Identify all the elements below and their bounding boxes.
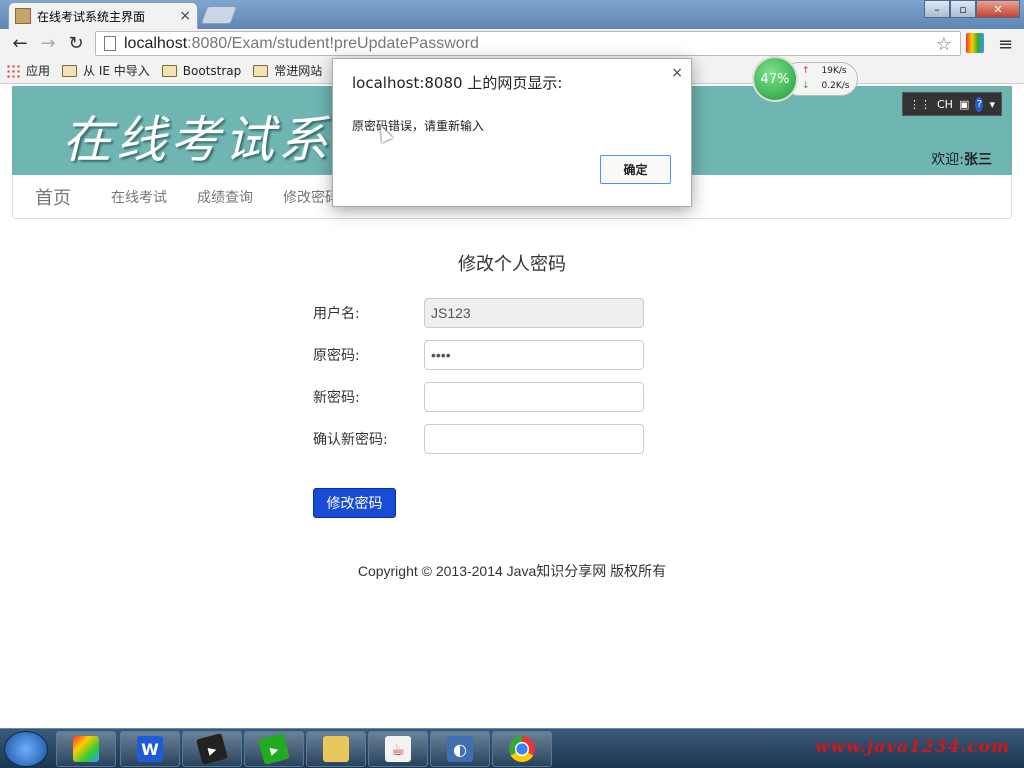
tab-title: 在线考试系统主界面 <box>37 9 146 24</box>
terminal-active-icon: ▸ <box>258 733 290 765</box>
confirm-password-field[interactable] <box>424 424 644 454</box>
folder-icon <box>253 64 269 77</box>
close-window-button[interactable]: ✕ <box>976 0 1020 18</box>
browser-toolbar: ← → ↻ localhost:8080/Exam/student!preUpd… <box>0 29 1024 58</box>
ime-dropdown-icon[interactable]: ▾ <box>989 98 995 111</box>
nav-online-exam[interactable]: 在线考试 <box>111 187 167 207</box>
taskbar-app-explorer[interactable] <box>56 731 116 767</box>
folder-icon <box>161 64 177 77</box>
address-path: :8080/Exam/student!preUpdatePassword <box>187 34 479 52</box>
window-controls: – ▫ ✕ <box>924 0 1020 18</box>
new-password-row: 新密码: <box>313 382 644 412</box>
download-speed: ↓ 0.2K/s <box>802 81 849 91</box>
new-password-label: 新密码: <box>313 390 360 406</box>
folder-icon <box>62 64 78 77</box>
old-password-field[interactable] <box>424 340 644 370</box>
chrome-icon <box>509 736 535 762</box>
favicon-icon <box>15 8 31 24</box>
help-icon[interactable]: ? <box>975 96 984 112</box>
start-button[interactable] <box>4 731 48 767</box>
reload-icon[interactable]: ↻ <box>62 31 90 57</box>
dialog-message: 原密码错误，请重新输入 <box>352 119 485 133</box>
nav-home[interactable]: 首页 <box>35 184 71 210</box>
new-password-field[interactable] <box>424 382 644 412</box>
upload-value: 19K/s <box>821 66 847 76</box>
dialog-title: localhost:8080 上的网页显示: <box>352 74 563 92</box>
taskbar-app-mysql[interactable]: ◐ <box>430 731 490 767</box>
address-url[interactable]: localhost:8080/Exam/student!preUpdatePas… <box>124 35 479 53</box>
bookmark-import-ie[interactable]: 从 IE 中导入 <box>62 62 150 79</box>
welcome-label: 欢迎: <box>931 152 964 168</box>
watermark-text: www.java1234.com <box>814 737 1010 757</box>
java-icon: ☕ <box>385 736 411 762</box>
taskbar-app-java[interactable]: ☕ <box>368 731 428 767</box>
bookmark-label: 应用 <box>26 64 51 78</box>
nav-score-query[interactable]: 成绩查询 <box>197 187 253 207</box>
nav-change-password[interactable]: 修改密码 <box>283 187 339 207</box>
terminal-icon: ▸ <box>196 733 228 765</box>
tab-close-button[interactable]: × <box>179 8 191 24</box>
maximize-button[interactable]: ▫ <box>950 0 976 18</box>
download-arrow-icon: ↓ <box>802 81 810 91</box>
taskbar-app-wps[interactable]: W <box>120 731 180 767</box>
welcome-text: 欢迎:张三 <box>931 149 992 169</box>
upload-arrow-icon: ↑ <box>802 66 810 76</box>
browser-tab[interactable]: 在线考试系统主界面 × <box>8 2 198 29</box>
taskbar-app-files[interactable] <box>306 731 366 767</box>
taskbar-app-terminal[interactable]: ▸ <box>182 731 242 767</box>
form-title: 修改个人密码 <box>458 254 566 275</box>
dolphin-icon: ◐ <box>447 736 473 762</box>
confirm-password-row: 确认新密码: <box>313 424 644 454</box>
ime-keyboard-icon[interactable]: ▣ <box>959 98 969 111</box>
page-icon <box>104 36 116 51</box>
word-icon: W <box>137 736 163 762</box>
ime-lang[interactable]: CH <box>937 98 953 111</box>
apps-icon <box>6 63 20 78</box>
dialog-close-button[interactable]: × <box>671 65 683 81</box>
bookmark-frequent-sites[interactable]: 常进网站 <box>253 62 322 79</box>
bookmark-star-icon[interactable]: ☆ <box>936 34 952 55</box>
change-password-button[interactable]: 修改密码 <box>313 488 396 518</box>
back-icon[interactable]: ← <box>6 31 34 57</box>
windows-taskbar: W ▸ ▸ ☕ ◐ www.java1234.com <box>0 728 1024 768</box>
net-speed-widget[interactable]: 47% ↑ 19K/s ↓ 0.2K/s <box>752 56 858 102</box>
bookmark-apps[interactable]: 应用 <box>6 62 50 79</box>
ime-toolbar[interactable]: ⋮⋮ CH ▣ ? ▾ <box>902 92 1002 116</box>
ime-grip-icon: ⋮⋮ <box>909 97 931 111</box>
username-field[interactable] <box>424 298 644 328</box>
download-value: 0.2K/s <box>821 81 850 91</box>
upload-speed: ↑ 19K/s <box>802 66 847 76</box>
new-tab-button[interactable] <box>200 6 238 24</box>
taskbar-app-chrome[interactable] <box>492 731 552 767</box>
old-password-row: 原密码: <box>313 340 644 370</box>
username: 张三 <box>964 152 992 168</box>
old-password-label: 原密码: <box>313 348 360 364</box>
username-row: 用户名: <box>313 298 644 328</box>
folder-icon <box>323 736 349 762</box>
forward-icon[interactable]: → <box>34 31 62 57</box>
bookmark-label: 常进网站 <box>274 64 323 78</box>
dialog-ok-button[interactable]: 确定 <box>600 155 671 184</box>
minimize-button[interactable]: – <box>924 0 950 18</box>
address-host: localhost <box>124 34 188 52</box>
username-label: 用户名: <box>313 306 360 322</box>
bookmark-label: 从 IE 中导入 <box>83 64 150 78</box>
bookmark-label: Bootstrap <box>182 63 242 78</box>
menu-icon[interactable]: ≡ <box>998 34 1013 55</box>
confirm-password-label: 确认新密码: <box>313 432 388 448</box>
extension-icon[interactable] <box>966 33 984 53</box>
bookmark-bootstrap[interactable]: Bootstrap <box>161 63 242 78</box>
taskbar-app-terminal-2[interactable]: ▸ <box>244 731 304 767</box>
window-titlebar: 在线考试系统主界面 × – ▫ ✕ <box>0 0 1024 29</box>
copyright-text: Copyright © 2013-2014 Java知识分享网 版权所有 <box>357 563 667 579</box>
memory-percent[interactable]: 47% <box>752 56 798 102</box>
windows-logo-icon <box>73 736 99 762</box>
address-bar[interactable]: localhost:8080/Exam/student!preUpdatePas… <box>95 31 961 56</box>
